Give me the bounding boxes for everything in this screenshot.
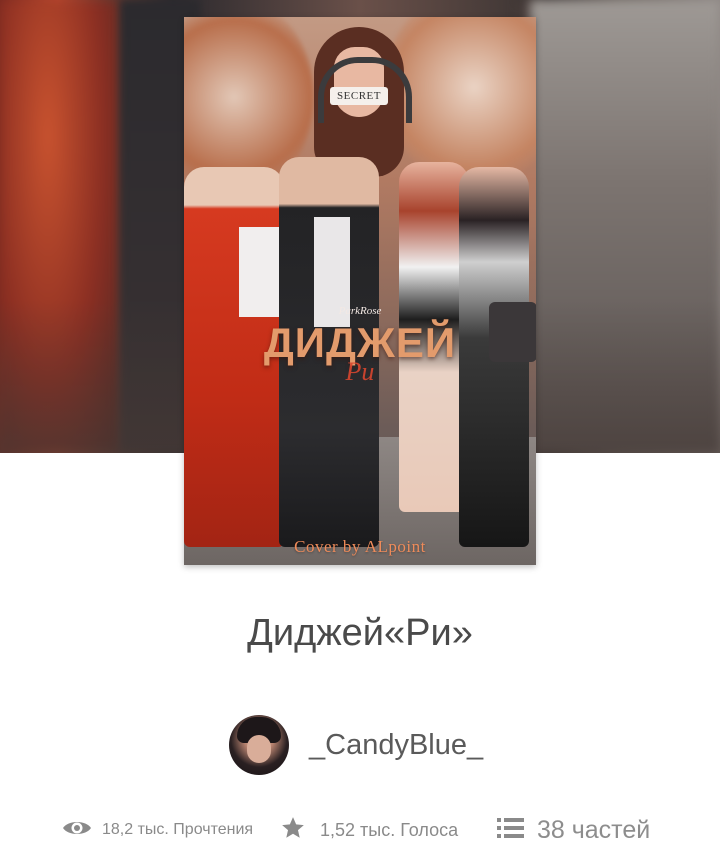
cover-author-tag: ParkRose: [338, 305, 382, 317]
parts-count[interactable]: 38 частей: [537, 816, 650, 845]
story-stats: 18,2 тыс. Прочтения 1,52 тыс. Голоса 38 …: [0, 808, 720, 852]
star-icon: [280, 815, 306, 846]
reads-count: 18,2 тыс. Прочтения: [102, 821, 254, 838]
author-name[interactable]: _CandyBlue_: [309, 729, 483, 762]
reads-stat: 18,2 тыс. Прочтения: [62, 808, 253, 852]
author-row[interactable]: _CandyBlue_: [229, 715, 483, 775]
author-avatar[interactable]: [229, 715, 289, 775]
cover-blindfold-text: SECRET: [330, 87, 388, 105]
cover-credit: Cover by ALpoint: [294, 537, 426, 556]
eye-icon: [62, 818, 92, 843]
book-cover[interactable]: SECRET ParkRose ДИДЖЕЙ Ри Cover by ALpoi…: [184, 17, 536, 565]
votes-count: 1,52 тыс. Голоса: [320, 819, 459, 840]
parts-stat[interactable]: 38 частей: [497, 808, 650, 852]
votes-stat: 1,52 тыс. Голоса: [280, 808, 458, 852]
story-title: Диджей«Ри»: [247, 612, 473, 654]
cover-subtitle: Ри: [345, 357, 375, 386]
list-icon: [497, 816, 525, 845]
